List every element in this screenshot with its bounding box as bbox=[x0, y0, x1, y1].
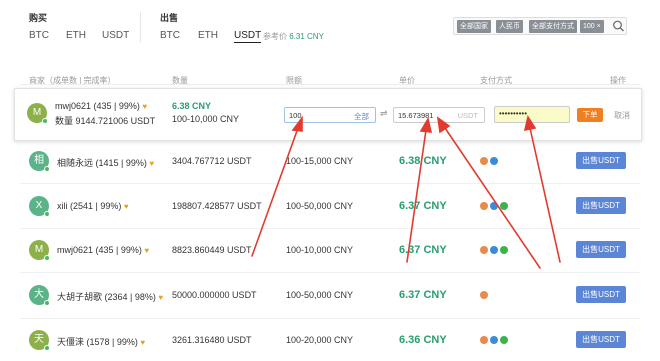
annotation-arrow bbox=[406, 129, 427, 263]
annotation-arrowhead bbox=[291, 115, 303, 132]
annotation-arrow bbox=[529, 127, 561, 263]
annotation-arrowhead bbox=[436, 116, 451, 134]
annotation-arrows bbox=[251, 114, 561, 269]
annotation-arrowhead bbox=[523, 114, 537, 132]
annotation-arrow bbox=[444, 127, 541, 269]
annotation-arrowhead bbox=[419, 116, 433, 133]
annotation-arrow bbox=[251, 127, 299, 257]
